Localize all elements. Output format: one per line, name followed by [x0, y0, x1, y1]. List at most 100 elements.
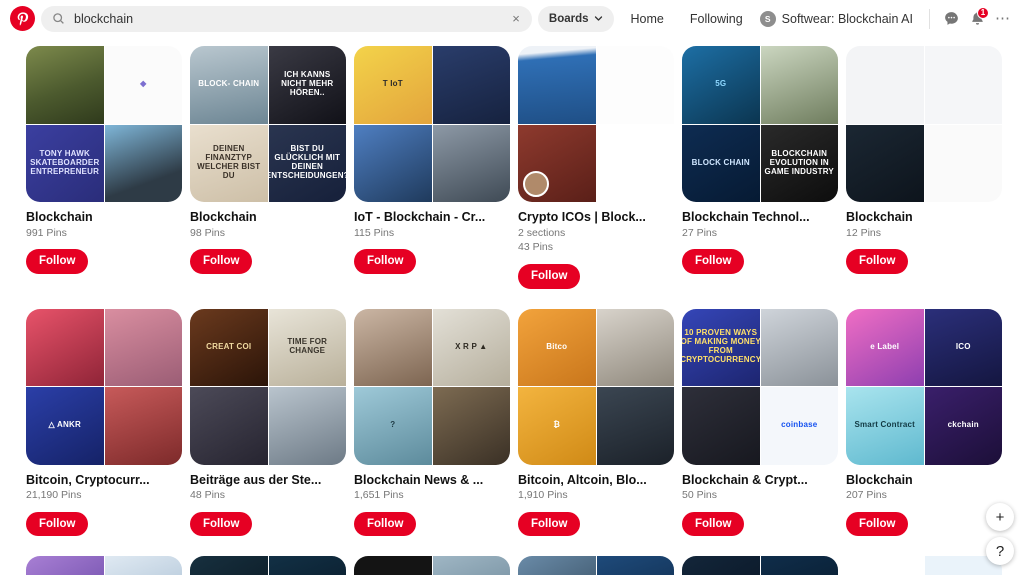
board-card[interactable]: Blockchain 12 Pins Follow: [846, 46, 1002, 289]
collage-tile: [924, 124, 1002, 202]
search-input[interactable]: [74, 5, 511, 32]
board-thumbnail-collage[interactable]: BLOCK- CHAIN ICH KANNS NICHT MEHR HÖREN..…: [190, 46, 346, 202]
board-pins-count: 1,910 Pins: [518, 489, 568, 502]
collage-tile: [682, 556, 760, 575]
board-card[interactable]: BLOCK CHAINBLOCK CHAIN: [26, 556, 182, 575]
more-options-button[interactable]: ⋯: [990, 6, 1016, 32]
follow-button[interactable]: Follow: [846, 511, 909, 537]
board-card[interactable]: 5G BLOCK CHAIN BLOCKCHAIN EVOLUTION IN GAM…: [682, 46, 838, 289]
follow-button[interactable]: Follow: [190, 511, 253, 537]
collage-tile: DEINEN FINANZTYP WELCHER BIST DU: [190, 124, 268, 202]
collage-tile-label: BLOCK CHAIN: [26, 556, 104, 575]
board-title[interactable]: Blockchain & Crypt...: [682, 473, 838, 489]
boards-filter-dropdown[interactable]: Boards: [537, 5, 614, 32]
account-name: Softwear: Blockchain AI: [781, 11, 913, 26]
collage-tile-label: TONY HAWK SKATEBOARDER ENTREPRENEUR: [30, 148, 100, 176]
board-thumbnail-collage[interactable]: X R P ▲?: [354, 308, 510, 465]
board-card[interactable]: [682, 556, 838, 575]
collage-tile: [682, 387, 760, 465]
board-pins-count: 207 Pins: [846, 489, 887, 502]
board-thumbnail-collage[interactable]: BINANCE exchange the worldHYPERLEDGER BA…: [354, 556, 510, 575]
board-card[interactable]: Crypto ICOs | Block... 2 sections 43 Pins F…: [518, 46, 674, 289]
collage-tile-label: △ ANKR: [48, 420, 81, 430]
board-pins-count: 50 Pins: [682, 489, 718, 502]
board-card[interactable]: CREAT COI TIME FOR CHANGE Beiträge aus der…: [190, 308, 346, 537]
board-title[interactable]: Blockchain: [846, 210, 1002, 226]
follow-button[interactable]: Follow: [190, 249, 253, 274]
help-button[interactable]: ?: [986, 537, 1014, 565]
board-title[interactable]: Blockchain: [190, 210, 346, 226]
collage-tile: [596, 308, 674, 387]
board-title[interactable]: Blockchain Technol...: [682, 210, 838, 226]
board-card[interactable]: BINANCE exchange the worldHYPERLEDGER BA…: [354, 556, 510, 575]
board-card[interactable]: e Label ICO Smart Contract ckchain Blockchai…: [846, 308, 1002, 537]
board-title[interactable]: Bitcoin, Altcoin, Blo...: [518, 473, 674, 489]
follow-button[interactable]: Follow: [682, 249, 745, 274]
collage-tile-label: ◆: [140, 79, 147, 89]
board-thumbnail-collage[interactable]: CREAT COI TIME FOR CHANGE: [190, 308, 346, 465]
collage-tile-label: ₿: [553, 420, 561, 430]
create-pin-button[interactable]: +: [986, 503, 1014, 531]
board-thumbnail-collage[interactable]: GLOBAL BLOCKCHAIN HEALTHCARE: [518, 556, 674, 575]
board-thumbnail-collage[interactable]: Bitco ₿: [518, 308, 674, 465]
board-card[interactable]: Bitco ₿ Bitcoin, Altcoin, Blo... 1,910 Pins…: [518, 308, 674, 537]
board-pins-count: 48 Pins: [190, 489, 226, 502]
board-title[interactable]: Beiträge aus der Ste...: [190, 473, 346, 489]
collage-tile: [518, 556, 596, 575]
follow-button[interactable]: Follow: [518, 263, 581, 289]
board-card[interactable]: [190, 556, 346, 575]
follow-button[interactable]: Follow: [846, 249, 909, 274]
follow-button[interactable]: Follow: [354, 249, 417, 274]
board-card[interactable]: ◆ TONY HAWK SKATEBOARDER ENTREPRENEUR Bloc…: [26, 46, 182, 289]
board-card[interactable]: △ ANKR Bitcoin, Cryptocurr... 21,190 Pins F…: [26, 308, 182, 537]
follow-button[interactable]: Follow: [26, 249, 89, 274]
board-thumbnail-collage[interactable]: e Label ICO Smart Contract ckchain: [846, 308, 1002, 465]
collage-tile: [596, 46, 674, 124]
account-menu[interactable]: S Softwear: Blockchain AI: [756, 10, 921, 27]
board-thumbnail-collage[interactable]: [190, 556, 346, 575]
board-card[interactable]: X R P ▲? Blockchain News & ... 1,651 Pins F…: [354, 308, 510, 537]
board-card[interactable]: ⬟: [846, 556, 1002, 575]
board-title[interactable]: Blockchain: [846, 473, 1002, 489]
board-thumbnail-collage[interactable]: [682, 556, 838, 575]
board-thumbnail-collage[interactable]: ⬟: [846, 556, 1002, 575]
nav-link-following[interactable]: Following: [677, 12, 756, 26]
board-thumbnail-collage[interactable]: △ ANKR: [26, 308, 182, 465]
follow-button[interactable]: Follow: [354, 511, 417, 537]
board-card[interactable]: BLOCK- CHAIN ICH KANNS NICHT MEHR HÖREN..…: [190, 46, 346, 289]
board-title[interactable]: Blockchain News & ...: [354, 473, 510, 489]
board-title[interactable]: Blockchain: [26, 210, 182, 226]
collage-tile-label: ICO: [955, 341, 971, 351]
pinterest-logo-icon[interactable]: [10, 6, 35, 31]
nav-link-home[interactable]: Home: [618, 12, 677, 26]
board-thumbnail-collage[interactable]: [518, 46, 674, 202]
collage-tile-label: ICH KANNS NICHT MEHR HÖREN..: [281, 70, 334, 98]
collage-tile: [104, 387, 182, 465]
board-thumbnail-collage[interactable]: BLOCK CHAINBLOCK CHAIN: [26, 556, 182, 575]
clear-search-icon[interactable]: ×: [510, 12, 522, 25]
search-icon: [53, 13, 64, 24]
board-thumbnail-collage[interactable]: 10 PROVEN WAYS OF MAKING MONEY FROM CRYP…: [682, 308, 838, 465]
board-card[interactable]: 10 PROVEN WAYS OF MAKING MONEY FROM CRYP…: [682, 308, 838, 537]
notifications-button[interactable]: 1: [964, 6, 990, 32]
board-thumbnail-collage[interactable]: ◆ TONY HAWK SKATEBOARDER ENTREPRENEUR: [26, 46, 182, 202]
board-thumbnail-collage[interactable]: [846, 46, 1002, 202]
board-pins-count: 1,651 Pins: [354, 489, 404, 502]
board-card[interactable]: GLOBAL BLOCKCHAIN HEALTHCARE: [518, 556, 674, 575]
collage-tile: [104, 124, 182, 202]
board-thumbnail-collage[interactable]: 5G BLOCK CHAIN BLOCKCHAIN EVOLUTION IN GAM…: [682, 46, 838, 202]
follow-button[interactable]: Follow: [26, 511, 89, 537]
board-title[interactable]: IoT - Blockchain - Cr...: [354, 210, 510, 226]
chevron-down-icon: [594, 16, 602, 21]
collage-tile-label: 5G: [715, 79, 727, 89]
board-card[interactable]: T IoT IoT - Blockchain - Cr... 115 Pins Fol…: [354, 46, 510, 289]
board-title[interactable]: Bitcoin, Cryptocurr...: [26, 473, 182, 489]
board-thumbnail-collage[interactable]: T IoT: [354, 46, 510, 202]
follow-button[interactable]: Follow: [518, 511, 581, 537]
board-title[interactable]: Crypto ICOs | Block...: [518, 210, 674, 226]
search-bar[interactable]: ×: [41, 5, 532, 32]
collage-tile-label: BLOCK CHAIN: [105, 556, 183, 575]
follow-button[interactable]: Follow: [682, 511, 745, 537]
collage-tile: BLOCK CHAIN: [682, 124, 760, 202]
messages-button[interactable]: [938, 6, 964, 32]
